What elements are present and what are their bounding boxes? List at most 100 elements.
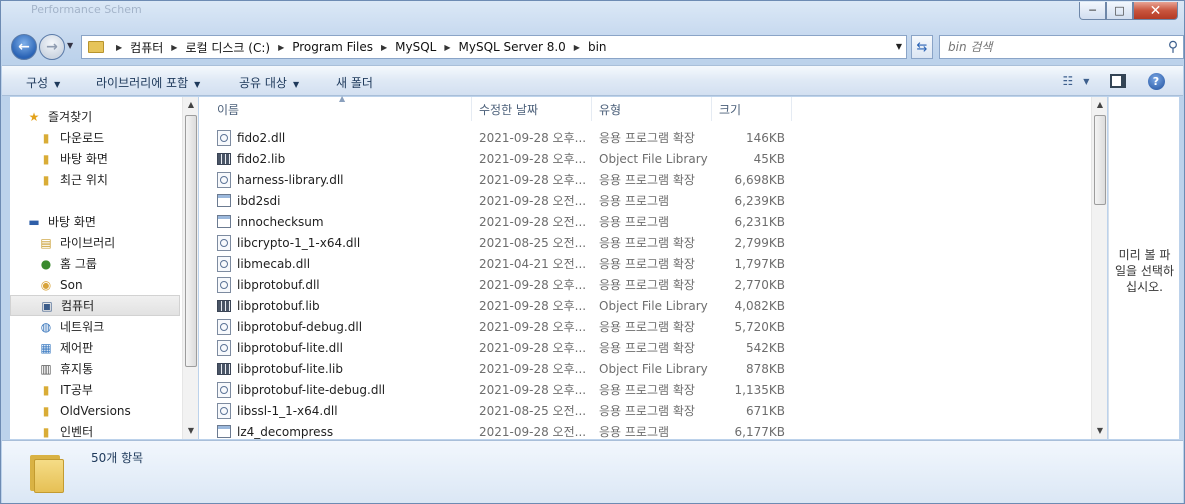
breadcrumb-item[interactable]: MySQL (395, 40, 436, 54)
scroll-down-arrow-icon[interactable]: ▼ (183, 423, 199, 439)
file-date: 2021-09-28 오전... (479, 425, 587, 439)
column-header-size[interactable]: 크기 (712, 97, 792, 121)
file-name: libprotobuf-lite.dll (237, 340, 343, 355)
preview-line: 일을 선택하 (1114, 264, 1174, 278)
file-list-scrollbar-thumb[interactable] (1094, 115, 1106, 205)
nav-item-label: IT공부 (60, 383, 93, 397)
file-row[interactable]: libprotobuf-debug.dll 2021-09-28 오후... 응용 … (199, 316, 1091, 337)
breadcrumb-separator-icon[interactable]: ▶ (574, 43, 580, 52)
address-history-dropdown-icon[interactable]: ▼ (896, 42, 902, 51)
scroll-up-arrow-icon[interactable]: ▲ (1092, 97, 1108, 113)
file-row[interactable]: libprotobuf-lite-debug.dll 2021-09-28 오후.… (199, 379, 1091, 400)
file-date: 2021-08-25 오전... (479, 404, 587, 418)
nav-desktop-item[interactable]: ● 홈 그룹 (10, 253, 180, 274)
file-size: 6,231KB (734, 214, 785, 229)
file-name-cell: libmecab.dll (217, 253, 471, 274)
nav-desktop-item[interactable]: ◉ Son (10, 274, 180, 295)
column-header-name[interactable]: ▲ 이름 (199, 94, 472, 121)
nav-favorites-item[interactable]: ▮ 최근 위치 (10, 169, 180, 190)
file-date: 2021-09-28 오후... (479, 383, 587, 397)
file-name-cell: innochecksum (217, 211, 471, 232)
nav-desktop-item[interactable]: ◍ 네트워크 (10, 316, 180, 337)
breadcrumb-separator-icon[interactable]: ▶ (171, 43, 177, 52)
nav-desktop-item[interactable]: ▮ OldVersions (10, 400, 180, 421)
nav-desktop-item[interactable]: ▮ 인벤터 (10, 421, 180, 442)
item-count: 50개 항목 (91, 451, 144, 465)
file-row[interactable]: innochecksum 2021-09-28 오전... 응용 프로그램 6,231… (199, 211, 1091, 232)
file-row[interactable]: libssl-1_1-x64.dll 2021-08-25 오전... 응용 프로그… (199, 400, 1091, 421)
file-name: libprotobuf.lib (237, 298, 320, 313)
minimize-button[interactable]: ─ (1079, 2, 1106, 20)
preview-line: 미리 볼 파 (1118, 248, 1171, 262)
address-bar[interactable]: ▶ 컴퓨터 ▶ 로컬 디스크 (C:) ▶ Program Files ▶ MySQL ▶ MyS… (81, 35, 907, 59)
back-button[interactable]: ← (11, 34, 37, 60)
recent-pages-dropdown-icon[interactable]: ▼ (67, 41, 73, 50)
help-button[interactable]: ? (1146, 71, 1166, 91)
file-name: libprotobuf-lite.lib (237, 361, 343, 376)
file-row[interactable]: libprotobuf-lite.dll 2021-09-28 오후... 응용 프… (199, 337, 1091, 358)
nav-scrollbar-thumb[interactable] (185, 115, 197, 367)
breadcrumb-separator-icon[interactable]: ▶ (278, 43, 284, 52)
nav-desktop-item[interactable]: ▦ 제어판 (10, 337, 180, 358)
nav-scrollbar[interactable]: ▲ ▼ (182, 97, 198, 439)
chevron-down-icon: ▼ (1083, 76, 1090, 86)
file-date: 2021-09-28 오후... (479, 152, 587, 166)
nav-favorites-item[interactable]: ▮ 바탕 화면 (10, 148, 180, 169)
nav-item-label: 최근 위치 (60, 173, 108, 187)
file-name: libprotobuf.dll (237, 277, 320, 292)
file-list-scrollbar[interactable]: ▲ ▼ (1091, 97, 1107, 439)
forward-button[interactable]: → (39, 34, 65, 60)
breadcrumb-separator-icon[interactable]: ▶ (116, 43, 122, 52)
nav-desktop-item[interactable]: ▥ 휴지통 (10, 358, 180, 379)
file-row[interactable]: ibd2sdi 2021-09-28 오전... 응용 프로그램 6,239KB (199, 190, 1091, 211)
share-with-menu[interactable]: 공유 대상 ▼ (239, 74, 299, 91)
background-window-title: Performance Schem (31, 3, 142, 16)
search-input[interactable] (940, 37, 1163, 57)
search-box[interactable]: ⚲ (939, 35, 1184, 59)
file-type: Object File Library (599, 361, 708, 376)
breadcrumb-item[interactable]: MySQL Server 8.0 (459, 40, 566, 54)
nav-desktop-item[interactable]: ▮ IT공부 (10, 379, 180, 400)
scroll-up-arrow-icon[interactable]: ▲ (183, 97, 199, 113)
column-header-date[interactable]: 수정한 날짜 (472, 97, 592, 121)
nav-favorites[interactable]: ★ 즐겨찾기 (10, 106, 180, 127)
organize-label: 구성 (26, 76, 49, 90)
change-view-button[interactable]: ☷ ▼ (1056, 71, 1096, 91)
preview-pane-toggle[interactable] (1108, 71, 1128, 91)
scroll-down-arrow-icon[interactable]: ▼ (1092, 423, 1108, 439)
title-bar[interactable]: Performance Schem ─ □ ✕ (1, 1, 1184, 27)
file-row[interactable]: harness-library.dll 2021-09-28 오후... 응용 프로… (199, 169, 1091, 190)
file-row[interactable]: fido2.dll 2021-09-28 오후... 응용 프로그램 확장 146KB (199, 127, 1091, 148)
refresh-button[interactable]: ⇆ (911, 35, 933, 59)
nav-desktop-item[interactable]: ▤ 라이브러리 (10, 232, 180, 253)
new-folder-button[interactable]: 새 폴더 (336, 74, 373, 91)
include-in-library-menu[interactable]: 라이브러리에 포함 ▼ (96, 74, 200, 91)
breadcrumb-separator-icon[interactable]: ▶ (381, 43, 387, 52)
file-size: 5,720KB (734, 319, 785, 334)
file-date: 2021-09-28 오후... (479, 278, 587, 292)
nav-item-label: 제어판 (60, 341, 94, 355)
organize-menu[interactable]: 구성 ▼ (26, 74, 60, 91)
maximize-button[interactable]: □ (1106, 2, 1133, 20)
search-icon[interactable]: ⚲ (1163, 39, 1183, 55)
close-button[interactable]: ✕ (1133, 2, 1178, 20)
file-row[interactable]: libcrypto-1_1-x64.dll 2021-08-25 오전... 응용 … (199, 232, 1091, 253)
nav-desktop-item[interactable]: ▣ 컴퓨터 (10, 295, 180, 316)
nav-item-icon: ◉ (40, 277, 52, 292)
nav-favorites-item[interactable]: ▮ 다운로드 (10, 127, 180, 148)
file-row[interactable]: libprotobuf.lib 2021-09-28 오후... Object Fi… (199, 295, 1091, 316)
dll-file-icon (217, 318, 231, 335)
column-header-type[interactable]: 유형 (592, 97, 712, 121)
breadcrumb-item[interactable]: 로컬 디스크 (C:) (185, 39, 270, 56)
file-row[interactable]: libmecab.dll 2021-04-21 오전... 응용 프로그램 확장 1,… (199, 253, 1091, 274)
nav-desktop[interactable]: ▬ 바탕 화면 (10, 211, 180, 232)
file-row[interactable]: libprotobuf.dll 2021-09-28 오후... 응용 프로그램 확… (199, 274, 1091, 295)
breadcrumb-item[interactable]: Program Files (292, 40, 373, 54)
breadcrumb-item[interactable]: 컴퓨터 (130, 39, 163, 56)
breadcrumb-item[interactable]: bin (588, 40, 607, 54)
file-row[interactable]: fido2.lib 2021-09-28 오후... Object File Lib… (199, 148, 1091, 169)
file-size: 6,698KB (734, 172, 785, 187)
breadcrumb-separator-icon[interactable]: ▶ (444, 43, 450, 52)
file-row[interactable]: libprotobuf-lite.lib 2021-09-28 오후... Obje… (199, 358, 1091, 379)
file-row[interactable]: lz4_decompress 2021-09-28 오전... 응용 프로그램 6,1… (199, 421, 1091, 442)
